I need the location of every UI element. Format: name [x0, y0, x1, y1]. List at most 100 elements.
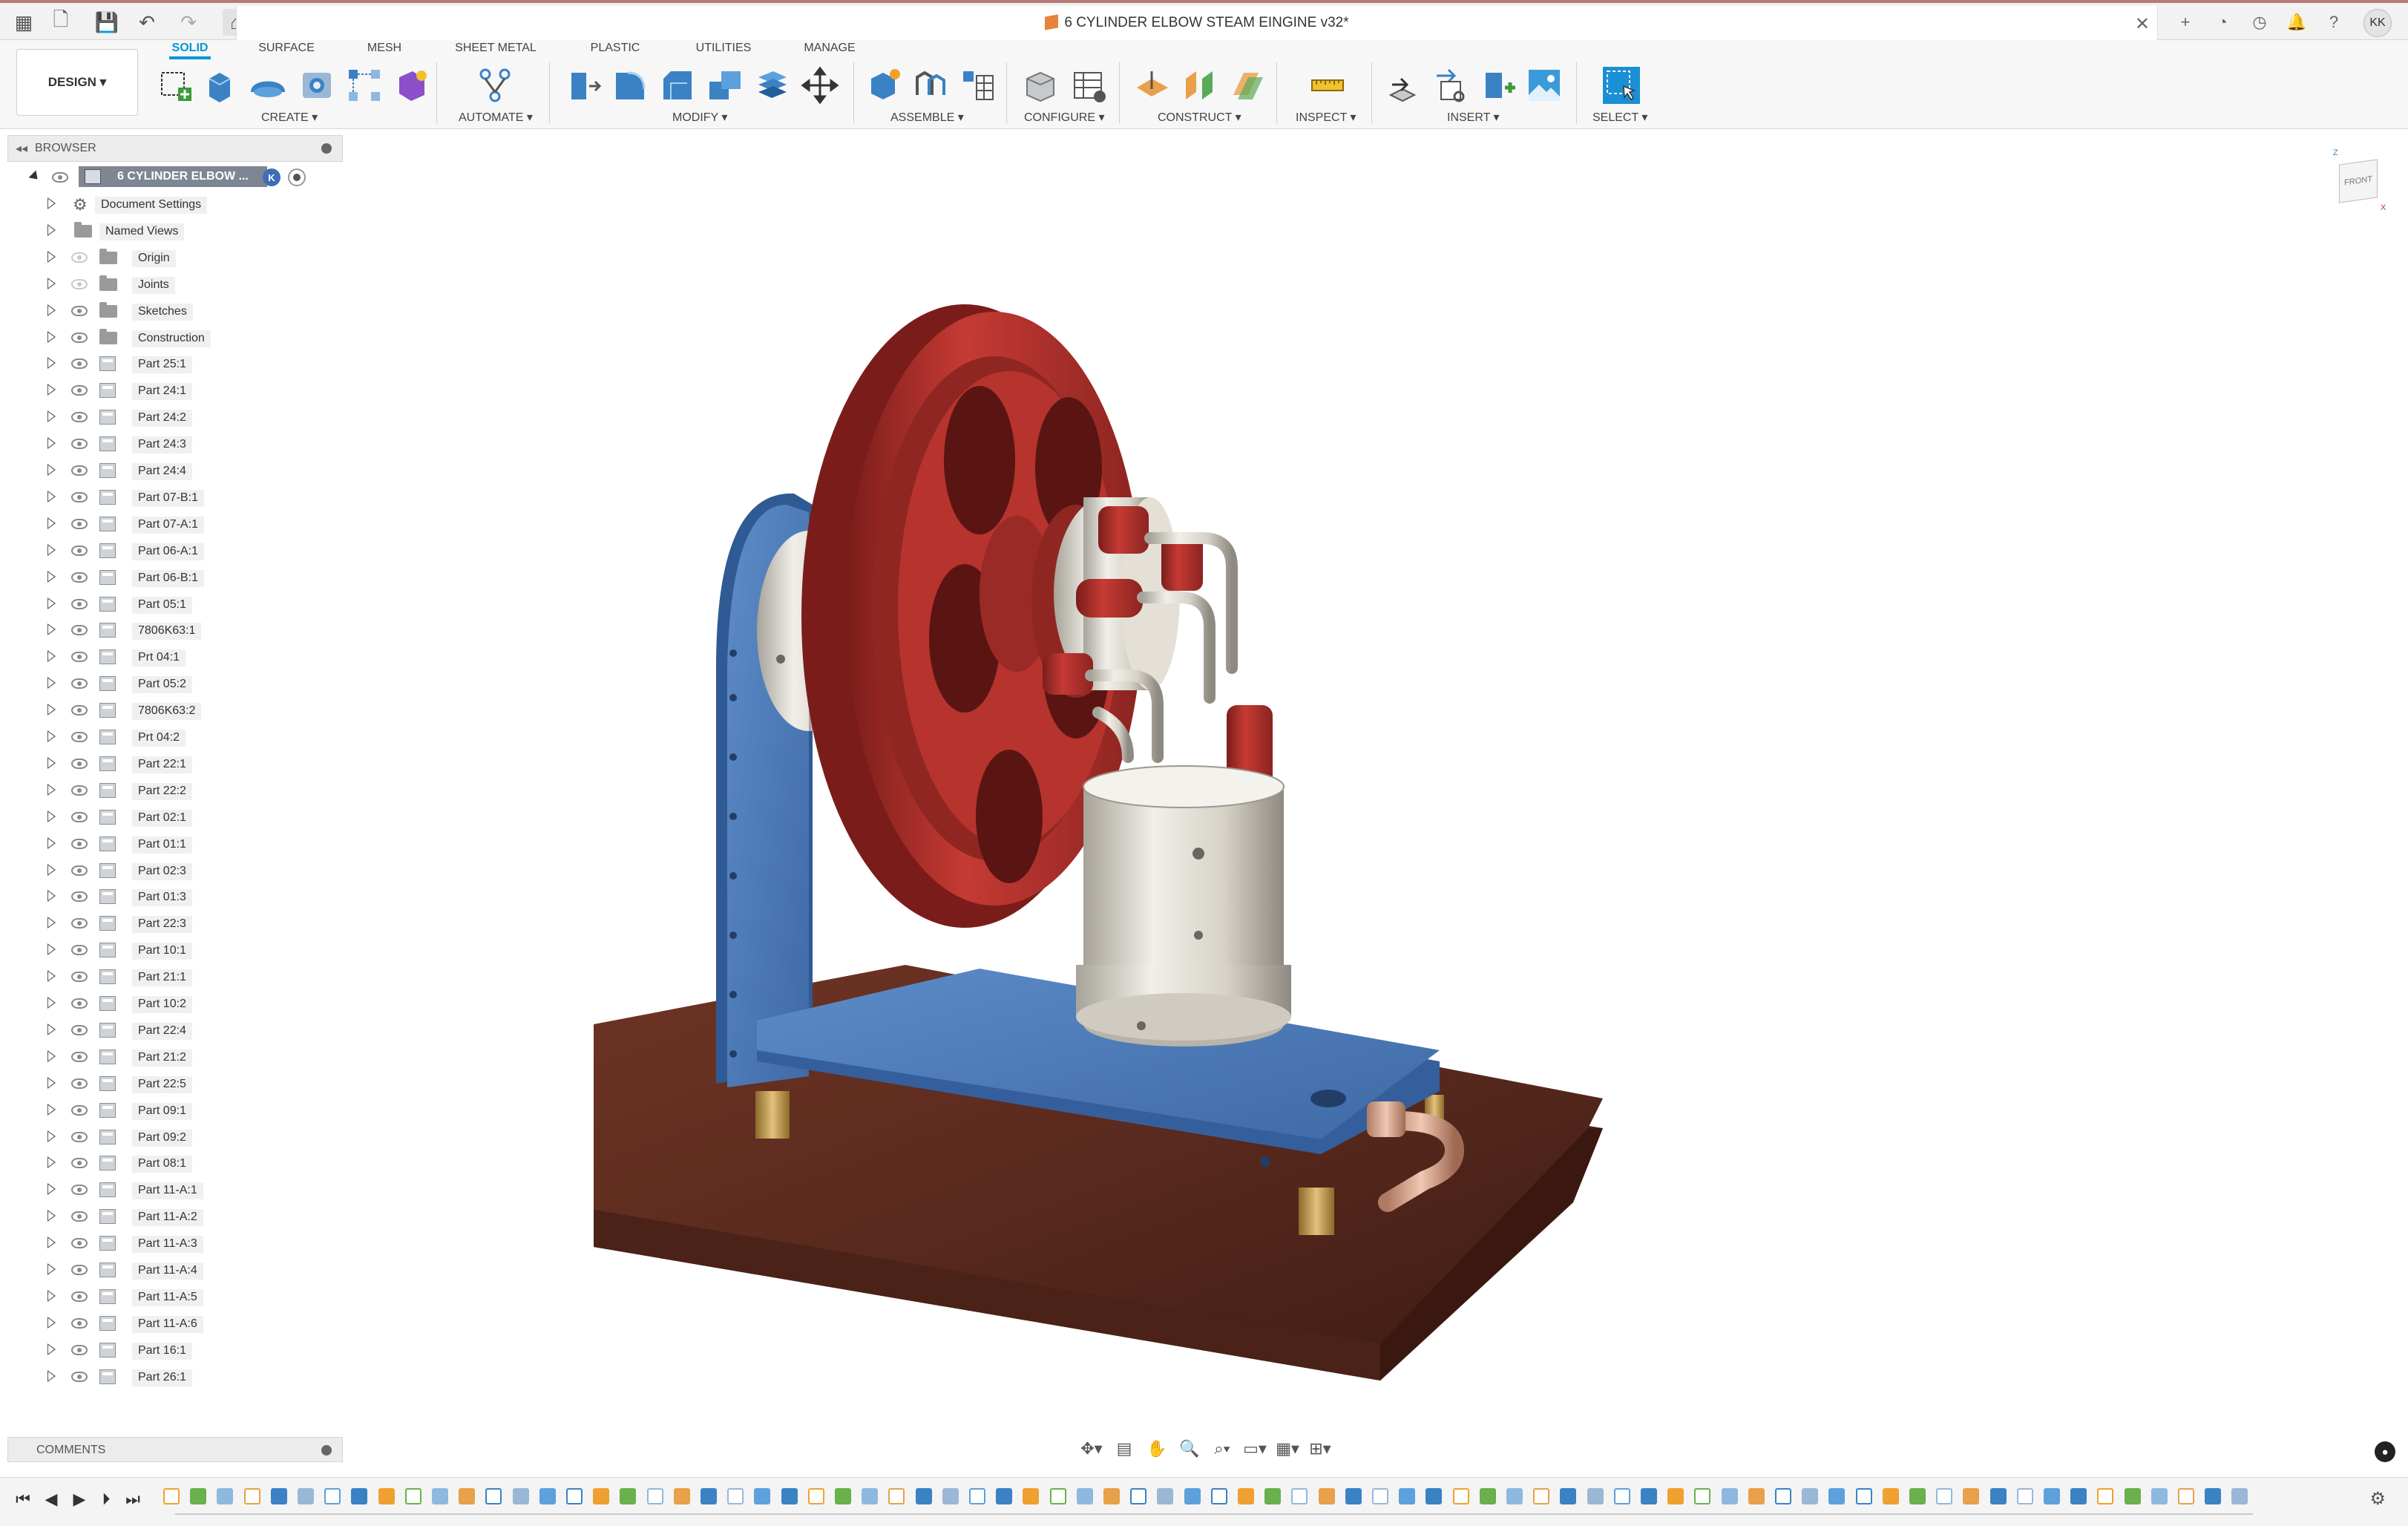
browser-item[interactable]: Part 09:2: [7, 1126, 343, 1148]
browser-item[interactable]: Part 16:1: [7, 1339, 343, 1361]
display-settings-icon[interactable]: ▭▾: [1241, 1438, 1269, 1460]
browser-item[interactable]: Part 26:1: [7, 1366, 343, 1388]
undo-icon[interactable]: ↶: [134, 9, 160, 36]
expand-arrow-icon[interactable]: [47, 783, 56, 796]
expand-arrow-icon[interactable]: [47, 330, 56, 343]
timeline-feature-icon[interactable]: [432, 1488, 448, 1504]
insert-mesh-icon[interactable]: [1431, 65, 1471, 105]
viewports-icon[interactable]: ⊞▾: [1306, 1438, 1334, 1460]
timeline-feature-icon[interactable]: [2044, 1488, 2060, 1504]
browser-item[interactable]: Part 10:1: [7, 939, 343, 961]
look-at-icon[interactable]: ▤: [1110, 1438, 1138, 1460]
timeline-feature-icon[interactable]: [1613, 1488, 1630, 1504]
visibility-eye-icon[interactable]: [71, 572, 88, 583]
browser-item[interactable]: Part 02:1: [7, 806, 343, 828]
timeline-feature-icon[interactable]: [2151, 1488, 2168, 1504]
browser-item[interactable]: Part 22:1: [7, 753, 343, 775]
browser-item[interactable]: Part 05:1: [7, 593, 343, 615]
combine-icon[interactable]: [752, 65, 793, 105]
expand-arrow-icon[interactable]: [47, 704, 56, 716]
timeline-feature-icon[interactable]: [1399, 1488, 1416, 1504]
timeline-feature-icon[interactable]: [1345, 1488, 1362, 1504]
tab-sheet-metal[interactable]: SHEET METAL: [451, 42, 540, 55]
timeline-feature-icon[interactable]: [1828, 1488, 1846, 1504]
timeline-feature-icon[interactable]: [807, 1488, 824, 1504]
workspace-switcher-button[interactable]: DESIGN ▾: [16, 49, 138, 116]
browser-item[interactable]: Part 11-A:2: [7, 1205, 343, 1228]
visibility-eye-icon[interactable]: [71, 891, 88, 903]
step-forward-icon[interactable]: ⏵: [95, 1488, 117, 1510]
timeline-feature-icon[interactable]: [727, 1488, 744, 1504]
timeline-feature-icon[interactable]: [1264, 1488, 1282, 1504]
browser-item[interactable]: Part 22:5: [7, 1073, 343, 1095]
configure-icon[interactable]: [1021, 65, 1061, 105]
timeline-feature-icon[interactable]: [1533, 1488, 1550, 1504]
browser-item[interactable]: Named Views: [7, 220, 343, 242]
joint-icon[interactable]: [910, 65, 950, 105]
visibility-eye-icon[interactable]: [71, 598, 88, 609]
go-to-start-icon[interactable]: ⏮: [12, 1488, 34, 1510]
visibility-eye-icon[interactable]: [71, 1291, 88, 1302]
visibility-eye-icon[interactable]: [71, 1051, 88, 1062]
browser-item[interactable]: Part 24:4: [7, 459, 343, 482]
timeline-feature-icon[interactable]: [754, 1488, 771, 1504]
timeline-feature-icon[interactable]: [324, 1488, 341, 1504]
browser-item[interactable]: Construction: [7, 327, 343, 349]
timeline-feature-icon[interactable]: [1291, 1488, 1308, 1504]
browser-item[interactable]: Part 11-A:3: [7, 1232, 343, 1254]
expand-arrow-icon[interactable]: [47, 1076, 56, 1089]
timeline-feature-icon[interactable]: [1103, 1488, 1120, 1504]
group-insert[interactable]: INSERT ▾: [1447, 110, 1500, 125]
fillet-icon[interactable]: [610, 65, 650, 105]
visibility-eye-icon[interactable]: [71, 305, 88, 316]
select-icon[interactable]: [1601, 65, 1641, 105]
press-pull-icon[interactable]: [564, 65, 604, 105]
configuration-table-icon[interactable]: [1069, 65, 1109, 105]
timeline-feature-icon[interactable]: [646, 1488, 663, 1504]
timeline-feature-icon[interactable]: [512, 1488, 529, 1504]
visibility-eye-icon[interactable]: [71, 385, 88, 396]
expand-arrow-icon[interactable]: [47, 943, 56, 956]
tab-solid[interactable]: SOLID: [169, 42, 211, 59]
group-configure[interactable]: CONFIGURE ▾: [1024, 110, 1104, 125]
visibility-eye-icon[interactable]: [71, 705, 88, 716]
visibility-eye-icon[interactable]: [71, 412, 88, 423]
visibility-eye-icon[interactable]: [71, 332, 88, 343]
timeline-feature-icon[interactable]: [351, 1488, 368, 1504]
timeline-feature-icon[interactable]: [1479, 1488, 1496, 1504]
visibility-eye-icon[interactable]: [71, 1371, 88, 1382]
timeline-feature-icon[interactable]: [1157, 1488, 1174, 1504]
timeline-feature-icon[interactable]: [163, 1488, 180, 1504]
timeline-feature-icon[interactable]: [2205, 1488, 2222, 1504]
tab-mesh[interactable]: MESH: [364, 42, 405, 55]
timeline-feature-icon[interactable]: [1318, 1488, 1335, 1504]
visibility-eye-icon[interactable]: [71, 758, 88, 769]
timeline-feature-icon[interactable]: [996, 1488, 1013, 1504]
grid-settings-icon[interactable]: ▦▾: [1273, 1438, 1302, 1460]
timeline-feature-icon[interactable]: [404, 1488, 421, 1504]
visibility-eye-icon[interactable]: [71, 625, 88, 636]
timeline-feature-icon[interactable]: [1452, 1488, 1469, 1504]
timeline-settings-icon[interactable]: ⚙: [2369, 1488, 2386, 1510]
visibility-eye-icon[interactable]: [71, 678, 88, 690]
timeline-feature-icon[interactable]: [2231, 1488, 2248, 1504]
browser-item[interactable]: Joints: [7, 273, 343, 295]
expand-arrow-icon[interactable]: [47, 197, 56, 209]
timeline-feature-icon[interactable]: [835, 1488, 851, 1504]
expand-arrow-icon[interactable]: [47, 623, 56, 636]
timeline-feature-icon[interactable]: [620, 1488, 637, 1504]
timeline-feature-icon[interactable]: [1775, 1488, 1791, 1504]
create-sketch-icon[interactable]: [156, 65, 196, 105]
visibility-eye-icon[interactable]: [71, 865, 88, 876]
main-cylinder[interactable]: [1076, 765, 1291, 1047]
browser-item[interactable]: Part 09:1: [7, 1099, 343, 1121]
timeline-feature-icon[interactable]: [1426, 1488, 1443, 1504]
orbit-icon[interactable]: ✥▾: [1077, 1438, 1106, 1460]
move-copy-icon[interactable]: [800, 65, 840, 105]
activate-radio[interactable]: [288, 168, 306, 186]
timeline-feature-icon[interactable]: [781, 1488, 798, 1504]
browser-item[interactable]: 7806K63:1: [7, 619, 343, 641]
expand-arrow-icon[interactable]: [47, 1130, 56, 1142]
timeline-feature-icon[interactable]: [566, 1488, 583, 1504]
collapse-panel-icon[interactable]: ◂◂: [16, 141, 27, 156]
